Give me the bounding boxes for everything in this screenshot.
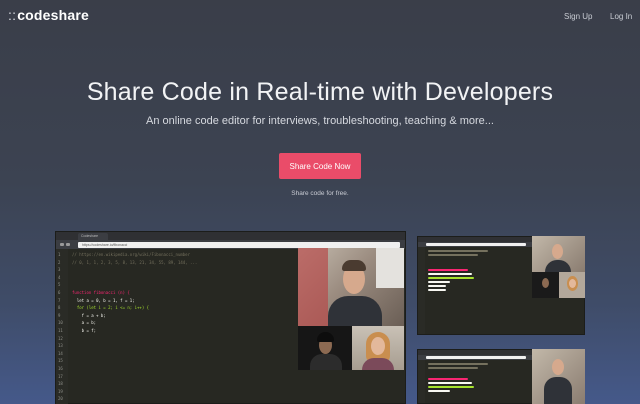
video-participant-3 (352, 326, 404, 370)
line-number: 16 (58, 366, 63, 371)
line-number: 12 (58, 335, 63, 341)
code-line: // https://en.wikipedia.org/wiki/Fibonac… (72, 252, 191, 257)
forward-icon (66, 243, 70, 246)
video-participant-2 (298, 326, 352, 370)
demo-tab-bar: Codeshare (56, 232, 405, 240)
code-line: let a = 0, b = 1, f = 1; (72, 297, 135, 303)
hero-title: Share Code in Real-time with Developers (86, 78, 554, 106)
share-code-now-button[interactable]: Share Code Now (279, 153, 361, 179)
line-number: 15 (58, 358, 63, 364)
code-line: b = f; (72, 328, 97, 333)
line-number: 20 (58, 396, 63, 402)
line-number: 13 (58, 343, 63, 349)
sign-up-link[interactable]: Sign Up (564, 12, 592, 21)
line-number: 9 (58, 312, 61, 318)
code-line: // 0, 1, 1, 2, 3, 5, 8, 13, 21, 34, 55, … (72, 259, 198, 265)
codeshare-logo[interactable]: ::codeshare (8, 7, 89, 23)
hero-subtitle: An online code editor for interviews, tr… (146, 115, 494, 127)
line-number: 10 (58, 320, 63, 326)
video-participant-main (298, 248, 404, 326)
line-number: 11 (58, 328, 63, 333)
line-number: 1 (58, 252, 61, 257)
log-in-link[interactable]: Log In (610, 12, 632, 21)
line-number: 5 (58, 282, 61, 288)
back-icon (60, 243, 64, 246)
demo-tab: Codeshare (78, 233, 108, 240)
mini-video-4 (532, 349, 585, 404)
code-line: a = b; (72, 320, 97, 326)
code-line: function fibonacci (n) { (72, 290, 130, 295)
line-number: 7 (58, 297, 61, 303)
demo-url-field: https://codeshare.io/fibonacci (78, 241, 400, 248)
code-line: f = a + b; (72, 312, 106, 318)
line-number: 6 (58, 290, 61, 295)
line-number: 14 (58, 350, 63, 356)
line-number: 8 (58, 305, 61, 311)
line-number: 18 (58, 381, 63, 387)
cta-note: Share code for free. (291, 190, 349, 197)
line-number: 3 (58, 267, 61, 273)
code-line: for (let i = 2; i <= n; i++) { (72, 305, 150, 311)
line-number: 4 (58, 274, 61, 280)
logo-mark: :: (8, 7, 17, 23)
mini-video-1 (532, 236, 585, 272)
line-number: 19 (58, 388, 63, 394)
line-number: 2 (58, 259, 61, 265)
line-number: 17 (58, 373, 63, 379)
mini-video-3 (559, 272, 585, 298)
top-nav: ::codeshare Sign Up Log In (0, 0, 640, 34)
mini-video-2 (532, 272, 559, 298)
logo-text: codeshare (17, 7, 90, 23)
